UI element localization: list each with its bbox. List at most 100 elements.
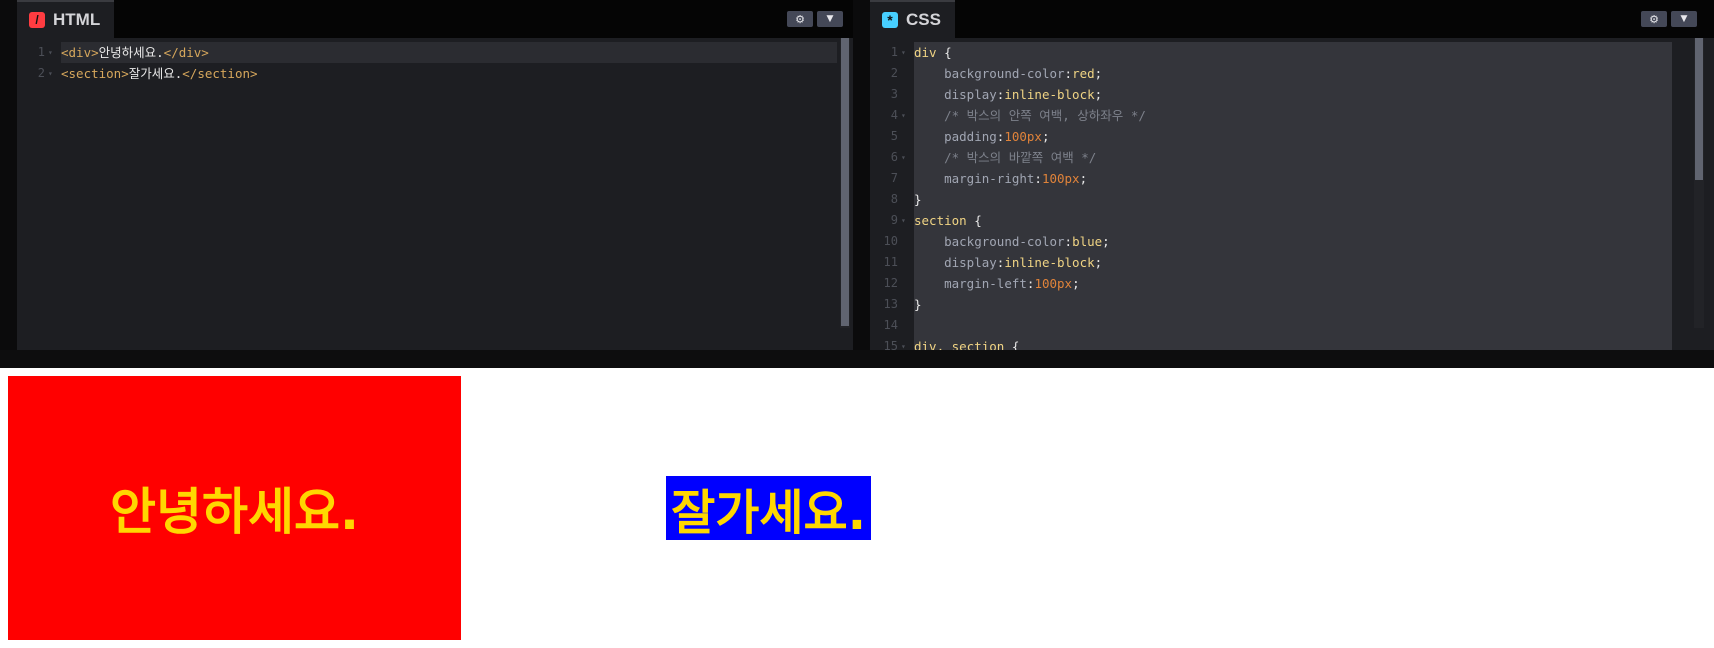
code-token: } (914, 192, 922, 207)
chevron-down-icon: ▼ (1680, 13, 1688, 24)
code-token: blue (1072, 234, 1103, 249)
code-token: { (936, 45, 952, 60)
css-code-line[interactable]: 4 ▾ /* 박스의 안쪽 여백, 상하좌우 */ (870, 105, 1714, 126)
css-code-line[interactable]: 12 margin-left:100px; (870, 273, 1714, 294)
code-token: </div> (163, 45, 209, 60)
code-token: : (1064, 234, 1073, 249)
code-token: 100px (1041, 171, 1080, 186)
css-code-line[interactable]: 10 background-color:blue; (870, 231, 1714, 252)
line-number: 7 (890, 171, 898, 185)
css-panel-title: CSS (906, 10, 941, 29)
preview-resize-bar[interactable] (0, 350, 1714, 368)
code-text: margin-left:100px; (914, 273, 1080, 294)
fold-toggle-icon[interactable]: ▾ (901, 105, 906, 126)
code-token: section (914, 213, 967, 228)
code-token: <div> (61, 45, 99, 60)
css-code-line[interactable]: 8} (870, 189, 1714, 210)
css-settings-button[interactable]: ⚙ (1641, 11, 1667, 27)
fold-toggle-icon[interactable]: ▾ (48, 63, 53, 84)
code-token: ; (1102, 234, 1110, 249)
code-text: } (914, 189, 922, 210)
css-code-line[interactable]: 5 padding:100px; (870, 126, 1714, 147)
html-code-area[interactable]: 1 ▾ <div>안녕하세요.</div> 2 ▾ <section>잘가세요.</sec… (17, 42, 853, 350)
html-scrollbar-thumb[interactable] (841, 38, 849, 326)
code-token: ; (1094, 255, 1103, 270)
fold-toggle-icon[interactable]: ▾ (48, 42, 53, 63)
code-text: div { (914, 42, 952, 63)
line-number: 8 (890, 192, 898, 206)
css-scrollbar-thumb[interactable] (1695, 38, 1703, 180)
css-editor-panel: * CSS ⚙ ▼ 1 ▾ div {2 background-color:red;… (870, 0, 1714, 350)
css-code-line[interactable]: 15 ▾ div, section { (870, 336, 1714, 350)
fold-toggle-icon[interactable]: ▾ (901, 336, 906, 350)
code-token: ; (1079, 171, 1088, 186)
code-token: </section> (182, 66, 258, 81)
html-settings-button[interactable]: ⚙ (787, 11, 813, 27)
code-token: ; (1072, 276, 1080, 291)
code-token: 안녕하세요. (98, 45, 164, 60)
code-token: background-color (944, 234, 1065, 249)
code-text: display:inline-block; (914, 252, 1102, 273)
line-number: 14 (883, 318, 898, 332)
css-code-line[interactable]: 9 ▾ section { (870, 210, 1714, 231)
css-code-line[interactable]: 7 margin-right:100px; (870, 168, 1714, 189)
preview-section-text: 잘가세요. (671, 485, 866, 540)
chevron-down-icon: ▼ (826, 13, 834, 24)
line-number: 11 (883, 255, 898, 269)
css-panel-tab[interactable]: * CSS (870, 0, 955, 38)
css-collapse-button[interactable]: ▼ (1671, 11, 1697, 27)
line-number: 13 (883, 297, 898, 311)
html-scrollbar[interactable] (840, 38, 850, 328)
css-code-line[interactable]: 13} (870, 294, 1714, 315)
preview-section-box: 잘가세요. (666, 476, 871, 540)
line-number: 10 (883, 234, 898, 248)
code-text: background-color:blue; (914, 231, 1110, 252)
css-code-line[interactable]: 14 (870, 315, 1714, 336)
fold-toggle-icon[interactable]: ▾ (901, 210, 906, 231)
css-code-line[interactable]: 1 ▾ div { (870, 42, 1714, 63)
panel-resize-gutter[interactable] (853, 0, 870, 350)
code-text: div, section { (914, 336, 1019, 350)
css-code-area[interactable]: 1 ▾ div {2 background-color:red; 3 display:… (870, 42, 1714, 350)
css-code-line[interactable]: 2 background-color:red; (870, 63, 1714, 84)
code-token: display (944, 87, 997, 102)
html-code-line[interactable]: 1 ▾ <div>안녕하세요.</div> (17, 42, 853, 63)
css-code-line[interactable]: 6 ▾ /* 박스의 바깥쪽 여백 */ (870, 147, 1714, 168)
html-panel-title: HTML (53, 10, 101, 29)
line-number: 3 (890, 87, 898, 101)
code-token: inline-block (1004, 255, 1095, 270)
html-panel-header: / HTML ⚙ ▼ (17, 0, 853, 38)
fold-toggle-icon[interactable]: ▾ (901, 147, 906, 168)
gear-icon: ⚙ (1649, 12, 1659, 26)
code-token: inline-block (1004, 87, 1095, 102)
css-scrollbar[interactable] (1694, 38, 1704, 328)
code-token: ; (1094, 87, 1103, 102)
code-token: { (1004, 339, 1020, 350)
code-token: ; (1041, 129, 1050, 144)
code-token: /* 박스의 바깥쪽 여백 */ (944, 150, 1097, 165)
css-logo-icon: * (882, 12, 898, 28)
html-collapse-button[interactable]: ▼ (817, 11, 843, 27)
fold-toggle-icon[interactable]: ▾ (901, 42, 906, 63)
line-number: 12 (883, 276, 898, 290)
html-code-line[interactable]: 2 ▾ <section>잘가세요.</section> (17, 63, 853, 84)
code-token: <section> (61, 66, 129, 81)
code-text: section { (914, 210, 982, 231)
line-number: 9 (890, 213, 898, 227)
code-token: } (914, 297, 922, 312)
code-text: padding:100px; (914, 126, 1050, 147)
html-panel-tab[interactable]: / HTML (17, 0, 115, 38)
code-text: <div>안녕하세요.</div> (61, 42, 209, 63)
css-code-line[interactable]: 11 display:inline-block; (870, 252, 1714, 273)
line-number: 2 (37, 66, 45, 80)
code-token: /* 박스의 안쪽 여백, 상하좌우 */ (944, 108, 1146, 123)
code-text: display:inline-block; (914, 84, 1102, 105)
line-number: 4 (890, 108, 898, 122)
css-code-line[interactable]: 3 display:inline-block; (870, 84, 1714, 105)
